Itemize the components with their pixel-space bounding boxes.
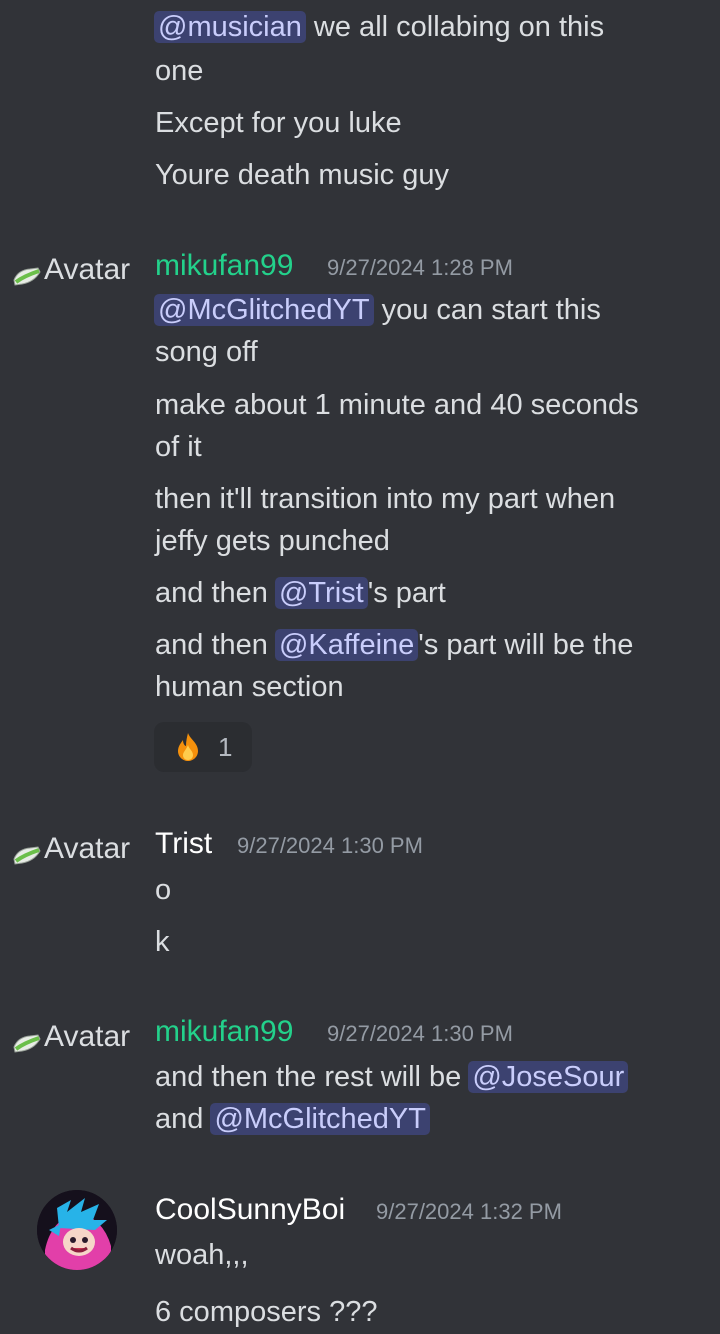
user-mention[interactable]: @JoseSour xyxy=(468,1061,629,1093)
message-line: 6 composers ??? xyxy=(155,1296,378,1328)
user-mention[interactable]: @McGlitchedYT xyxy=(154,294,374,326)
message-text: and xyxy=(155,1103,212,1135)
message-text: and then xyxy=(155,577,276,609)
message-line: make about 1 minute and 40 seconds xyxy=(155,389,639,421)
user-mention[interactable]: @McGlitchedYT xyxy=(210,1103,430,1135)
message-text: we all collabing on this xyxy=(305,11,605,43)
broken-image-icon xyxy=(12,1026,42,1053)
message-line: human section xyxy=(155,671,344,703)
message-text: you can start this xyxy=(373,294,601,326)
username[interactable]: CoolSunnyBoi xyxy=(155,1190,345,1230)
message-line: Except for you luke xyxy=(155,107,402,139)
reaction-count: 1 xyxy=(218,731,233,762)
timestamp[interactable]: 9/27/2024 1:30 PM xyxy=(327,1014,513,1054)
message-text: and then xyxy=(155,629,276,661)
user-mention[interactable]: @Trist xyxy=(274,577,368,609)
message-line: and then the rest will be @JoseSour xyxy=(155,1056,695,1098)
message-line: song off xyxy=(155,336,258,368)
avatar[interactable]: Avatar xyxy=(12,1017,152,1057)
avatar[interactable]: Avatar xyxy=(12,829,152,869)
avatar-alt-text: Avatar xyxy=(44,253,131,286)
message-line: of it xyxy=(155,431,202,463)
message-line: o xyxy=(155,874,172,906)
timestamp[interactable]: 9/27/2024 1:32 PM xyxy=(376,1192,562,1232)
user-mention[interactable]: @musician xyxy=(154,11,306,43)
avatar[interactable]: Avatar xyxy=(12,250,152,290)
avatar-alt-text: Avatar xyxy=(44,832,131,865)
message-line: and then @Kaffeine's part will be the xyxy=(155,624,695,666)
message-line: Youre death music guy xyxy=(155,159,449,191)
fire-icon xyxy=(172,731,204,763)
message-text: 's part xyxy=(367,577,446,609)
message-line: jeffy gets punched xyxy=(155,525,390,557)
avatar-alt-text: Avatar xyxy=(44,1020,131,1053)
message-line: @musician we all collabing on this xyxy=(154,6,695,48)
message-line: and @McGlitchedYT xyxy=(155,1098,695,1140)
user-mention[interactable]: @Kaffeine xyxy=(274,629,419,661)
timestamp[interactable]: 9/27/2024 1:28 PM xyxy=(327,248,513,288)
broken-image-icon xyxy=(12,838,42,865)
broken-image-icon xyxy=(12,259,42,286)
avatar[interactable] xyxy=(37,1190,117,1270)
message-line: then it'll transition into my part when xyxy=(155,483,616,515)
avatar-image xyxy=(37,1190,117,1270)
message-line: and then @Trist's part xyxy=(155,572,695,614)
message-line: one xyxy=(155,55,204,87)
timestamp[interactable]: 9/27/2024 1:30 PM xyxy=(237,826,423,866)
reaction-button[interactable]: 1 xyxy=(154,722,252,772)
message-line: woah,,, xyxy=(155,1239,249,1271)
username[interactable]: mikufan99 xyxy=(155,246,293,286)
message-text: and then the rest will be xyxy=(155,1061,470,1093)
message-line: @McGlitchedYT you can start this xyxy=(154,289,695,331)
message-text: 's part will be the xyxy=(418,629,634,661)
username[interactable]: mikufan99 xyxy=(155,1012,293,1052)
username[interactable]: Trist xyxy=(155,824,212,864)
message-line: k xyxy=(155,926,170,958)
